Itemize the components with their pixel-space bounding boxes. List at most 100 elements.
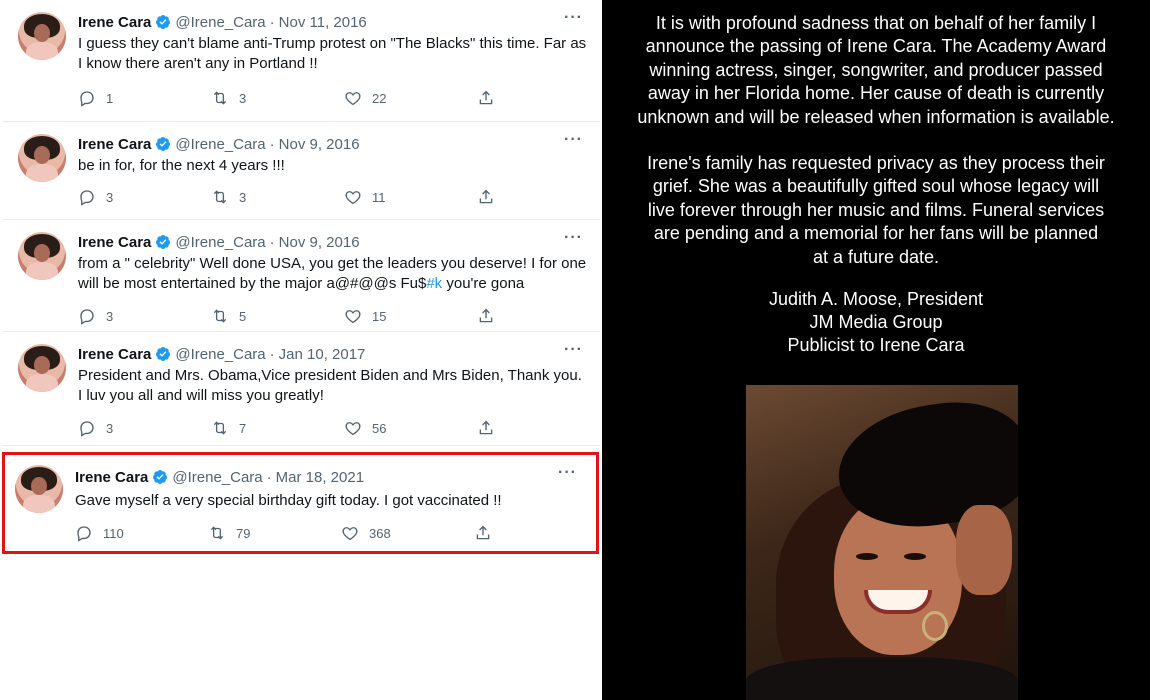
like-count: 56 <box>372 420 387 436</box>
reply-icon <box>77 526 91 542</box>
tweet[interactable]: Irene Cara @Irene_Cara · Nov 9, 2016 ···… <box>2 220 600 332</box>
author-name[interactable]: Irene Cara <box>78 346 151 363</box>
tweet-date[interactable]: Nov 9, 2016 <box>279 234 360 251</box>
signature-block: Judith A. Moose, President JM Media Grou… <box>602 288 1150 358</box>
author-handle[interactable]: @Irene_Cara <box>175 234 265 251</box>
tweet-text: I guess they can't blame anti-Trump prot… <box>78 35 587 72</box>
like-count: 11 <box>372 189 386 205</box>
tweet-date[interactable]: Nov 11, 2016 <box>279 14 367 31</box>
share-button[interactable] <box>477 419 507 437</box>
retweet-count: 79 <box>236 525 251 541</box>
share-icon <box>479 420 493 435</box>
separator-dot: · <box>269 233 275 251</box>
like-button[interactable]: 11 <box>344 188 477 206</box>
like-button[interactable]: 15 <box>344 307 477 325</box>
tweet-header: Irene Cara @Irene_Cara · Nov 11, 2016 <box>78 12 367 32</box>
announcement-line: It is with profound sadness that on beha… <box>655 13 1097 33</box>
portrait-photo <box>746 385 1018 700</box>
more-options-icon[interactable]: ··· <box>564 10 584 30</box>
reply-icon <box>80 91 94 107</box>
tweet-date[interactable]: Jan 10, 2017 <box>279 346 366 363</box>
retweet-icon <box>213 91 227 105</box>
more-options-icon[interactable]: ··· <box>564 342 584 362</box>
avatar[interactable] <box>15 465 63 513</box>
hashtag-link[interactable]: #k <box>426 275 442 292</box>
tweet-date[interactable]: Mar 18, 2021 <box>276 469 364 486</box>
share-icon <box>476 525 490 540</box>
separator-dot: · <box>269 345 275 363</box>
like-button[interactable]: 22 <box>344 89 477 107</box>
retweet-count: 7 <box>239 420 247 436</box>
avatar[interactable] <box>18 344 66 392</box>
separator-dot: · <box>269 13 275 31</box>
tweet-header: Irene Cara @Irene_Cara · Mar 18, 2021 <box>75 467 364 487</box>
author-handle[interactable]: @Irene_Cara <box>172 469 262 486</box>
like-count: 368 <box>369 525 391 541</box>
announcement-line: live forever through her music and films… <box>647 199 1105 220</box>
heart-icon <box>345 92 361 106</box>
reply-button[interactable]: 3 <box>78 307 211 325</box>
reply-icon <box>80 190 94 206</box>
like-button[interactable]: 368 <box>341 524 474 542</box>
reply-button[interactable]: 3 <box>78 419 211 437</box>
tweet-date[interactable]: Nov 9, 2016 <box>279 136 360 153</box>
reply-button[interactable]: 110 <box>75 524 208 542</box>
retweet-count: 3 <box>239 90 247 106</box>
heart-icon <box>345 310 361 324</box>
retweet-button[interactable]: 3 <box>211 188 344 206</box>
more-options-icon[interactable]: ··· <box>558 465 578 485</box>
more-options-icon[interactable]: ··· <box>564 132 584 152</box>
share-button[interactable] <box>477 89 507 107</box>
tweet-header: Irene Cara @Irene_Cara · Jan 10, 2017 <box>78 344 365 364</box>
author-handle[interactable]: @Irene_Cara <box>175 136 265 153</box>
tweet-highlighted[interactable]: Irene Cara @Irene_Cara · Mar 18, 2021 ··… <box>2 452 599 554</box>
retweet-button[interactable]: 5 <box>211 307 344 325</box>
author-handle[interactable]: @Irene_Cara <box>175 14 265 31</box>
avatar[interactable] <box>18 134 66 182</box>
retweet-icon <box>213 309 227 323</box>
tweet[interactable]: Irene Cara @Irene_Cara · Nov 9, 2016 ···… <box>2 122 600 220</box>
retweet-count: 3 <box>239 189 247 205</box>
share-button[interactable] <box>477 188 507 206</box>
author-name[interactable]: Irene Cara <box>75 469 148 486</box>
share-button[interactable] <box>477 307 507 325</box>
tweet-actions: 3 3 11 <box>78 187 508 207</box>
signature-line: JM Media Group <box>809 312 943 333</box>
author-name[interactable]: Irene Cara <box>78 14 151 31</box>
tweet[interactable]: Irene Cara @Irene_Cara · Nov 11, 2016 ··… <box>2 0 600 122</box>
reply-count: 1 <box>106 90 114 106</box>
retweet-icon <box>210 526 224 540</box>
announcement-line: grief. She was a beautifully gifted soul… <box>652 176 1100 197</box>
reply-button[interactable]: 1 <box>78 89 211 107</box>
avatar[interactable] <box>18 232 66 280</box>
author-name[interactable]: Irene Cara <box>78 234 151 251</box>
share-button[interactable] <box>474 524 504 542</box>
reply-count: 110 <box>103 525 124 541</box>
announcement-line: Irene's family has requested privacy as … <box>647 153 1105 174</box>
announcement-panel: It is with profound sadness that on beha… <box>602 0 1150 700</box>
author-name[interactable]: Irene Cara <box>78 136 151 153</box>
more-options-icon[interactable]: ··· <box>564 230 584 250</box>
retweet-button[interactable]: 79 <box>208 524 341 542</box>
announcement-line: announce the passing of Irene Cara. The … <box>645 36 1107 57</box>
avatar[interactable] <box>18 12 66 60</box>
announcement-line: at a future date. <box>812 246 940 267</box>
reply-count: 3 <box>106 189 114 205</box>
like-button[interactable]: 56 <box>344 419 477 437</box>
retweet-icon <box>213 421 227 435</box>
reply-icon <box>80 421 94 437</box>
author-handle[interactable]: @Irene_Cara <box>175 346 265 363</box>
heart-icon <box>345 191 361 205</box>
like-count: 15 <box>372 308 387 324</box>
reply-button[interactable]: 3 <box>78 188 211 206</box>
tweet[interactable]: Irene Cara @Irene_Cara · Jan 10, 2017 ··… <box>2 332 600 446</box>
announcement-line: away in her Florida home. Her cause of d… <box>647 83 1105 104</box>
retweet-button[interactable]: 7 <box>211 419 344 437</box>
verified-badge-icon <box>156 15 171 29</box>
reply-count: 3 <box>106 308 114 324</box>
tweet-text: be in for, for the next 4 years !!! <box>78 157 285 174</box>
tweet-text: President and Mrs. Obama,Vice president … <box>78 367 582 404</box>
reply-count: 3 <box>106 420 114 436</box>
heart-icon <box>342 527 358 541</box>
retweet-button[interactable]: 3 <box>211 89 344 107</box>
